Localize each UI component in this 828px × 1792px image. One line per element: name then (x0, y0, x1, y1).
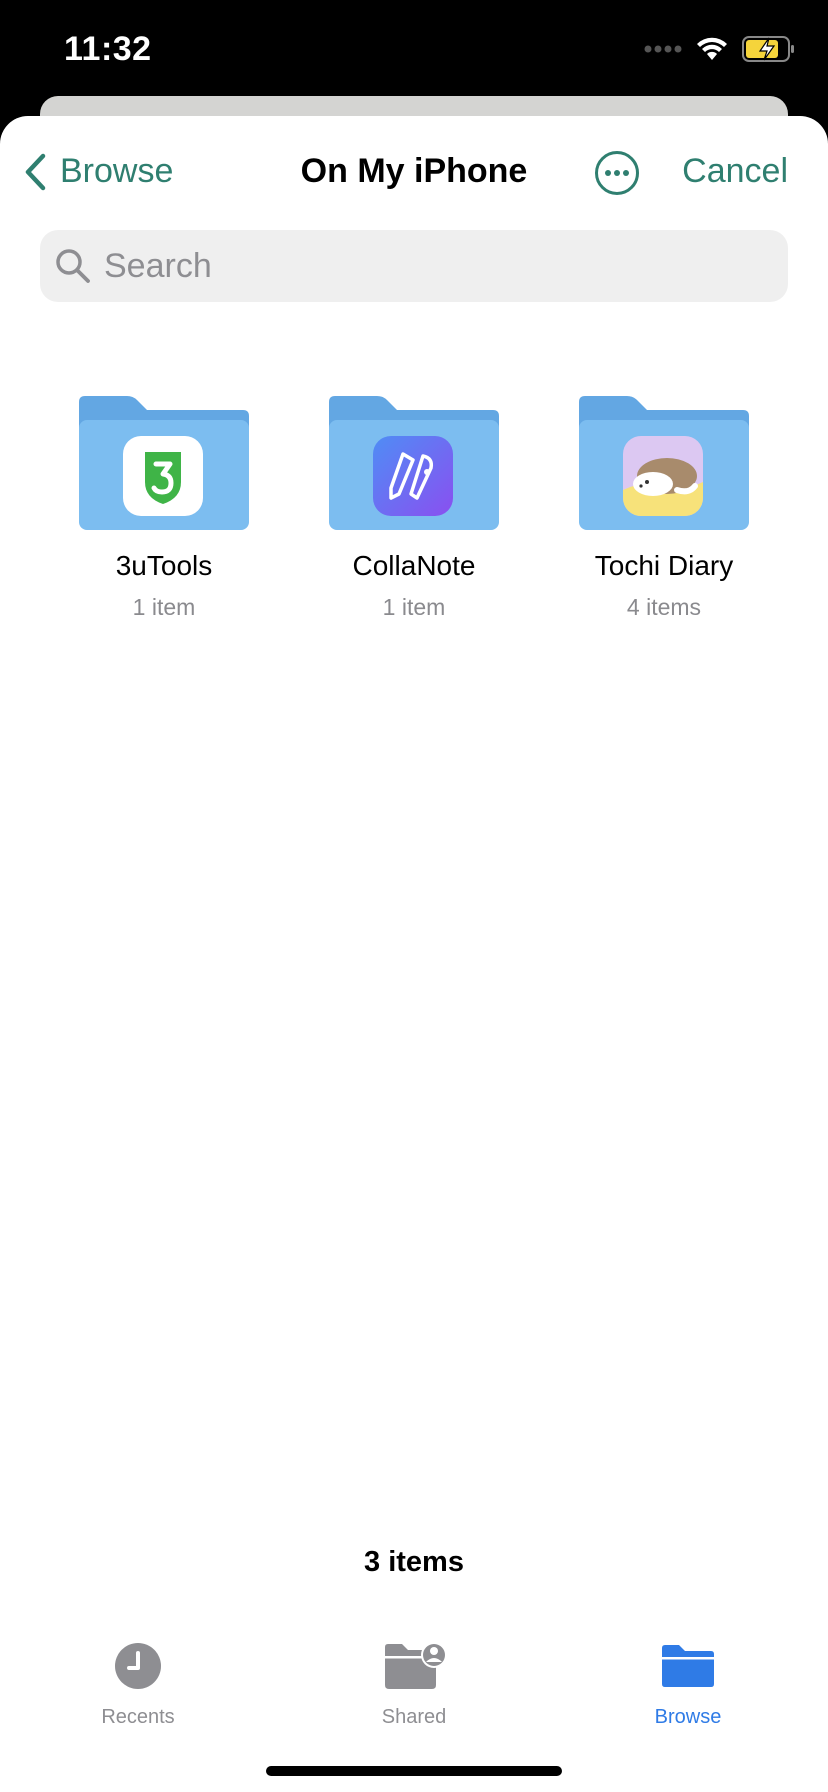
tab-browse[interactable]: Browse (598, 1636, 778, 1729)
tab-shared[interactable]: Shared (324, 1636, 504, 1729)
tab-label: Shared (381, 1706, 447, 1728)
folder-icon (329, 396, 499, 530)
search-input[interactable] (104, 246, 744, 286)
folder-item-count: 4 items (626, 594, 702, 620)
search-bar[interactable] (40, 230, 788, 302)
3utools-app-icon (123, 436, 203, 516)
status-bar: 11:32 (0, 0, 828, 100)
ellipsis-circle-icon (595, 151, 639, 195)
back-button[interactable]: Browse (24, 152, 173, 191)
home-indicator (266, 1766, 562, 1776)
folder-icon (79, 396, 249, 530)
more-options-button[interactable] (594, 150, 640, 196)
signal-icon (644, 45, 682, 53)
battery-charging-icon (742, 36, 794, 62)
folder-collanote[interactable]: CollaNote 1 item (304, 396, 524, 621)
tab-label: Browse (654, 1706, 722, 1728)
collanote-app-icon (373, 436, 453, 516)
back-button-label: Browse (60, 152, 174, 190)
folder-3utools[interactable]: 3uTools 1 item (54, 396, 274, 621)
navigation-bar: Browse On My iPhone Cancel (0, 116, 828, 226)
wifi-icon (697, 37, 727, 60)
status-time: 11:32 (64, 30, 152, 68)
status-icons (644, 34, 796, 64)
cancel-button[interactable]: Cancel (682, 152, 788, 191)
folder-item-count: 1 item (132, 594, 196, 620)
folder-name: Tochi Diary (594, 550, 734, 581)
search-icon (56, 249, 90, 283)
shared-folder-icon (385, 1642, 446, 1689)
folder-name: CollaNote (352, 550, 476, 581)
chevron-left-icon (25, 153, 46, 190)
tochi-diary-app-icon (623, 436, 703, 516)
folder-tochi-diary[interactable]: Tochi Diary 4 items (554, 396, 774, 621)
item-count-footer: 3 items (364, 1546, 464, 1578)
clock-icon (115, 1643, 161, 1689)
file-browser-sheet: Browse On My iPhone Cancel Search 3uTool… (0, 116, 828, 1792)
folder-icon (579, 396, 749, 530)
folder-icon (662, 1645, 714, 1687)
tab-recents[interactable]: Recents (48, 1636, 228, 1729)
folder-item-count: 1 item (382, 594, 446, 620)
tab-bar: Recents Shared Browse (0, 1636, 828, 1756)
tab-label: Recents (101, 1706, 175, 1728)
folder-name: 3uTools (115, 550, 213, 581)
